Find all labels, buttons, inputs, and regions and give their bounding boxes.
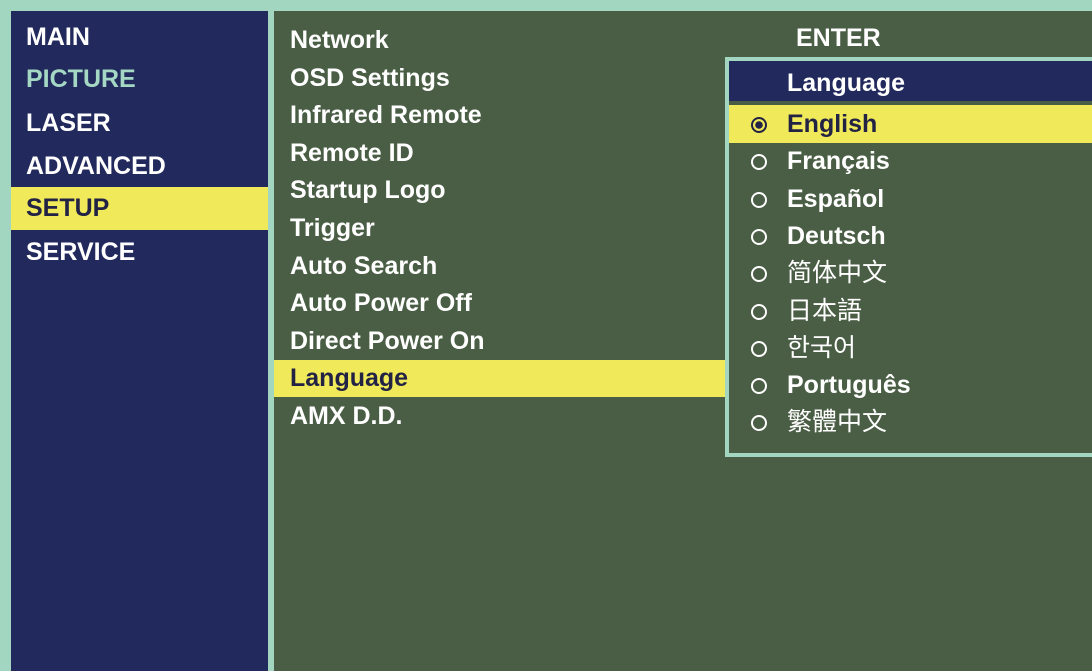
language-option-label: 한국어 xyxy=(787,333,857,362)
setup-item-osd-settings[interactable]: OSD Settings xyxy=(274,60,726,97)
language-option-label: 简体中文 xyxy=(787,259,888,288)
language-option[interactable]: Español xyxy=(729,180,1092,218)
setup-item-remote-id[interactable]: Remote ID xyxy=(274,135,726,172)
radio-unselected-icon xyxy=(751,378,767,395)
language-option[interactable]: 简体中文 xyxy=(729,254,1092,292)
setup-item-trigger[interactable]: Trigger xyxy=(274,210,726,247)
category-service[interactable]: SERVICE xyxy=(11,231,268,274)
language-option-label: Português xyxy=(787,371,911,400)
enter-hint: ENTER xyxy=(796,24,881,52)
language-option-label: English xyxy=(787,110,878,138)
language-submenu-title: Language xyxy=(787,69,906,97)
setup-item-auto-search[interactable]: Auto Search xyxy=(274,248,726,285)
radio-unselected-icon xyxy=(751,415,767,432)
language-option[interactable]: 한국어 xyxy=(729,329,1092,367)
radio-unselected-icon xyxy=(751,340,767,357)
language-option[interactable]: Français xyxy=(729,142,1092,180)
setup-item-network[interactable]: Network xyxy=(274,22,726,59)
category-picture[interactable]: PICTURE xyxy=(11,58,268,101)
category-advanced[interactable]: ADVANCED xyxy=(11,145,268,188)
language-option-label: Deutsch xyxy=(787,221,886,250)
language-option[interactable]: Deutsch xyxy=(729,217,1092,255)
language-option-label: 日本語 xyxy=(787,296,863,325)
language-option-label: Español xyxy=(787,184,885,213)
language-option-label: 繁體中文 xyxy=(787,408,888,437)
category-laser[interactable]: LASER xyxy=(11,102,268,145)
setup-item-auto-power-off[interactable]: Auto Power Off xyxy=(274,285,726,322)
language-option-label: Français xyxy=(787,147,890,176)
setup-item-infrared-remote[interactable]: Infrared Remote xyxy=(274,97,726,134)
radio-unselected-icon xyxy=(751,303,767,320)
setup-item-startup-logo[interactable]: Startup Logo xyxy=(274,172,726,209)
radio-unselected-icon xyxy=(751,154,767,171)
category-setup[interactable]: SETUP xyxy=(11,187,268,230)
category-panel: MAIN PICTURE LASER ADVANCED SETUP SERVIC… xyxy=(11,11,268,671)
language-option[interactable]: 日本語 xyxy=(729,292,1092,330)
category-main[interactable]: MAIN xyxy=(11,16,268,59)
radio-selected-icon xyxy=(751,117,767,133)
language-submenu-body: Language English Français Español Deutsch 简体… xyxy=(729,61,1092,453)
setup-item-language[interactable]: Language xyxy=(274,360,726,398)
language-option[interactable]: 繁體中文 xyxy=(729,403,1092,441)
language-option[interactable]: English xyxy=(729,105,1092,143)
radio-unselected-icon xyxy=(751,266,767,283)
radio-unselected-icon xyxy=(751,191,767,208)
language-option[interactable]: Português xyxy=(729,366,1092,404)
radio-unselected-icon xyxy=(751,228,767,245)
language-submenu-header: Language xyxy=(729,61,1092,101)
setup-item-amx-dd[interactable]: AMX D.D. xyxy=(274,398,726,435)
setup-item-direct-power-on[interactable]: Direct Power On xyxy=(274,323,726,360)
language-submenu: Language English Français Español Deutsch 简体… xyxy=(725,57,1092,457)
